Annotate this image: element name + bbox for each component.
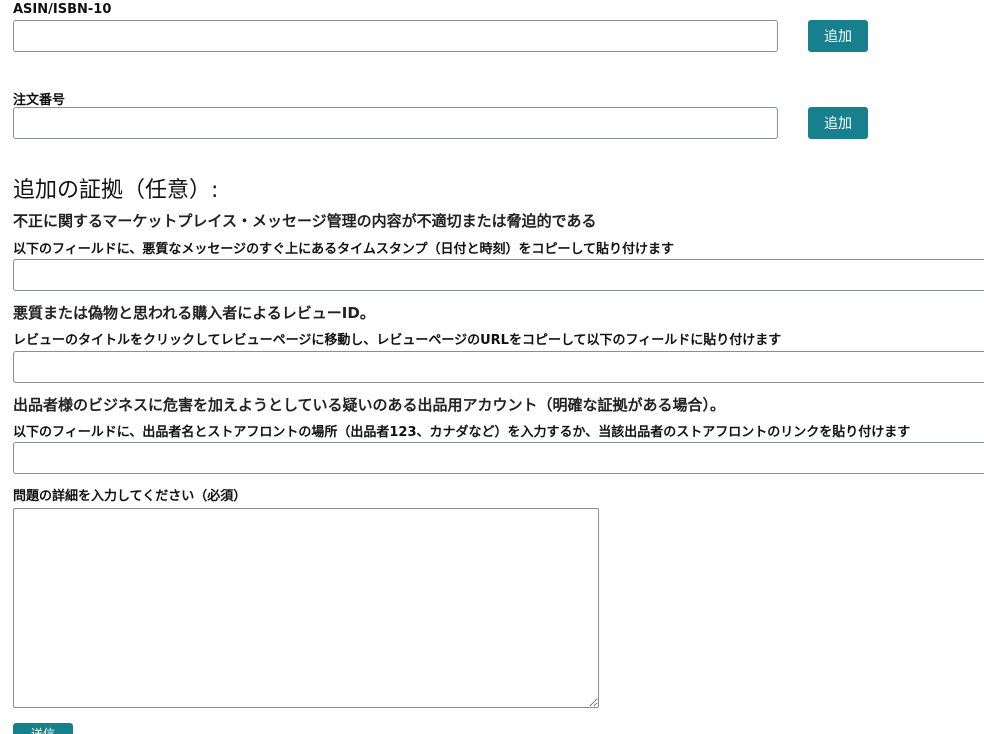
order-number-input[interactable] (13, 107, 778, 139)
review-url-input[interactable] (13, 351, 984, 383)
seller-instruction: 以下のフィールドに、出品者名とストアフロントの場所（出品者123、カナダなど）を… (13, 425, 911, 440)
order-number-add-button[interactable]: 追加 (808, 107, 868, 139)
submit-button[interactable]: 送信 (13, 723, 73, 734)
messages-timestamp-input[interactable] (13, 259, 984, 291)
details-textarea[interactable] (13, 508, 599, 708)
asin-input[interactable] (13, 20, 778, 52)
review-heading: 悪質または偽物と思われる購入者によるレビューID。 (13, 304, 375, 322)
seller-storefront-input[interactable] (13, 442, 984, 474)
evidence-section-title: 追加の証拠（任意）: (13, 178, 219, 203)
asin-label: ASIN/ISBN-10 (13, 2, 112, 17)
messages-instruction: 以下のフィールドに、悪質なメッセージのすぐ上にあるタイムスタンプ（日付と時刻）を… (13, 242, 675, 257)
details-label: 問題の詳細を入力してください（必須） (13, 489, 247, 504)
messages-heading: 不正に関するマーケットプレイス・メッセージ管理の内容が不適切または脅迫的である (13, 212, 597, 230)
seller-heading: 出品者様のビジネスに危害を加えようとしている疑いのある出品用アカウント（明確な証… (13, 396, 726, 414)
review-instruction: レビューのタイトルをクリックしてレビューページに移動し、レビューページのURLを… (13, 333, 782, 348)
asin-add-button[interactable]: 追加 (808, 20, 868, 52)
order-number-label: 注文番号 (13, 93, 66, 108)
